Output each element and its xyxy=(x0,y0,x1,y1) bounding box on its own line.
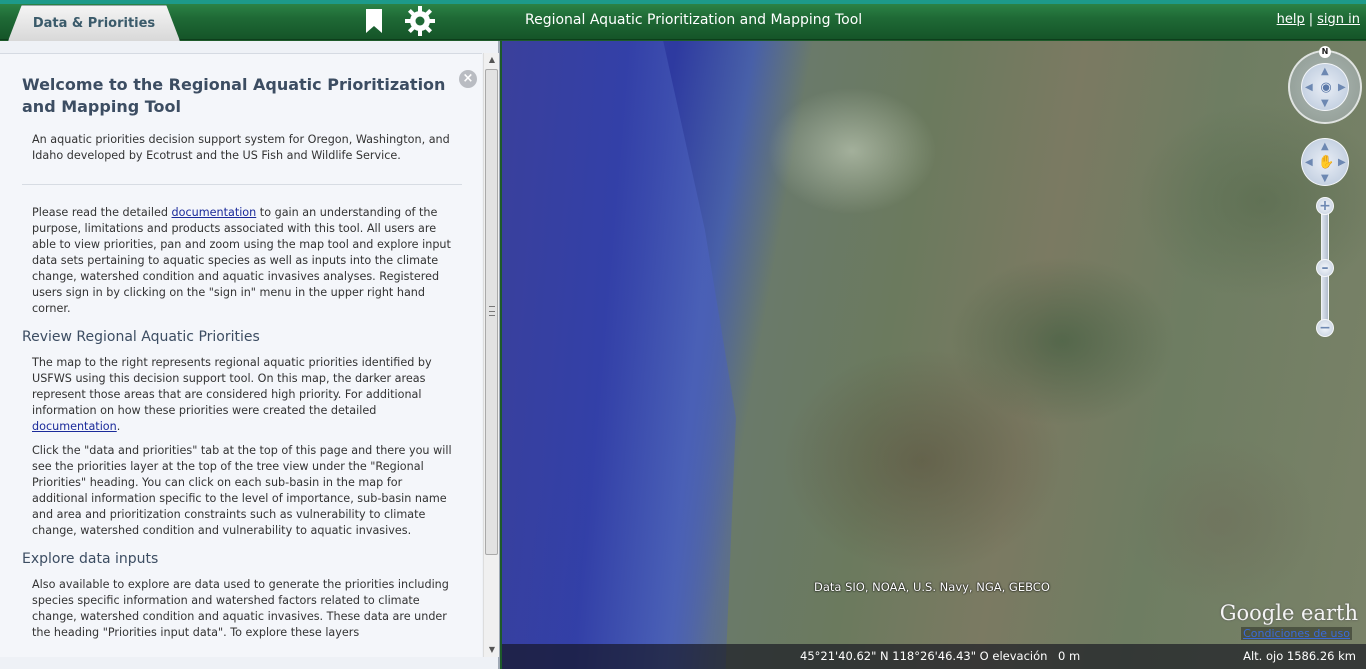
review-text: The map to the right represents regional… xyxy=(32,355,458,435)
look-down-arrow-icon[interactable]: ▼ xyxy=(1321,98,1329,109)
review-after: . xyxy=(116,420,121,433)
map-view[interactable]: N ▲ ▼ ◀ ▶ ◉ ▲ ▼ ◀ ▶ ✋ + – − Data SIO, NO… xyxy=(502,41,1366,669)
app-header: Data & Priorities Regional Aquatic Prior… xyxy=(0,0,1366,41)
zoom-in-button[interactable]: + xyxy=(1316,197,1334,215)
welcome-panel[interactable]: × Welcome to the Regional Aquatic Priori… xyxy=(0,53,482,657)
bookmark-icon[interactable] xyxy=(365,8,383,34)
coordinates-readout: 45°21'40.62" N 118°26'46.43" O elevación xyxy=(800,649,1048,663)
look-left-arrow-icon[interactable]: ◀ xyxy=(1305,82,1313,93)
left-panel: × Welcome to the Regional Aquatic Priori… xyxy=(0,41,500,669)
move-up-arrow-icon[interactable]: ▲ xyxy=(1321,141,1329,152)
read-docs-after: to gain an understanding of the purpose,… xyxy=(32,206,451,315)
welcome-title: Welcome to the Regional Aquatic Prioriti… xyxy=(22,75,446,116)
read-docs-before: Please read the detailed xyxy=(32,206,172,219)
scroll-thumb[interactable] xyxy=(485,69,498,555)
north-indicator[interactable]: N xyxy=(1319,46,1331,58)
hand-icon: ✋ xyxy=(1318,155,1335,170)
documentation-link[interactable]: documentation xyxy=(172,206,257,219)
eye-altitude-readout: Alt. ojo 1586.26 km xyxy=(1243,649,1356,663)
move-right-arrow-icon[interactable]: ▶ xyxy=(1338,157,1346,168)
look-up-arrow-icon[interactable]: ▲ xyxy=(1321,66,1329,77)
map-status-bar: 45°21'40.62" N 118°26'46.43" O elevación… xyxy=(502,644,1366,669)
map-data-credit: Data SIO, NOAA, U.S. Navy, NGA, GEBCO xyxy=(814,580,1050,594)
explore-heading: Explore data inputs xyxy=(22,551,159,567)
scroll-down-arrow-icon[interactable]: ▼ xyxy=(484,643,500,657)
header-accent-line xyxy=(0,0,1366,4)
review-before: The map to the right represents regional… xyxy=(32,356,432,417)
scroll-grip-icon xyxy=(489,306,495,316)
eye-icon: ◉ xyxy=(1320,80,1332,95)
read-docs-text: Please read the detailed documentation t… xyxy=(32,205,458,317)
terms-of-use-link[interactable]: Condiciones de uso xyxy=(1241,627,1352,640)
zoom-out-button[interactable]: − xyxy=(1316,319,1334,337)
move-left-arrow-icon[interactable]: ◀ xyxy=(1305,157,1313,168)
intro-text: An aquatic priorities decision support s… xyxy=(32,133,450,162)
review-documentation-link[interactable]: documentation xyxy=(32,420,117,433)
elevation-readout: 0 m xyxy=(1058,649,1081,663)
water-area xyxy=(502,41,736,669)
move-down-arrow-icon[interactable]: ▼ xyxy=(1321,173,1329,184)
sign-in-link[interactable]: sign in xyxy=(1317,12,1360,27)
divider xyxy=(22,184,462,185)
scroll-up-arrow-icon[interactable]: ▲ xyxy=(484,53,500,67)
header-links: help | sign in xyxy=(1277,12,1360,27)
google-earth-logo: Google earth xyxy=(1219,601,1358,625)
panel-content: Welcome to the Regional Aquatic Prioriti… xyxy=(22,74,462,641)
tab-data-priorities[interactable]: Data & Priorities xyxy=(8,5,180,41)
look-right-arrow-icon[interactable]: ▶ xyxy=(1338,82,1346,93)
panel-scrollbar[interactable]: ▲ ▼ xyxy=(483,53,499,657)
review-heading: Review Regional Aquatic Priorities xyxy=(22,329,260,345)
zoom-slider-handle[interactable]: – xyxy=(1316,259,1334,277)
app-title: Regional Aquatic Prioritization and Mapp… xyxy=(525,12,863,28)
explore-text: Also available to explore are data used … xyxy=(32,578,449,639)
link-separator: | xyxy=(1308,12,1314,27)
move-control[interactable]: ▲ ▼ ◀ ▶ ✋ xyxy=(1301,138,1349,186)
click-tab-text: Click the "data and priorities" tab at t… xyxy=(32,444,452,537)
look-control[interactable]: ▲ ▼ ◀ ▶ ◉ xyxy=(1301,63,1349,111)
help-link[interactable]: help xyxy=(1277,12,1305,27)
gear-icon[interactable] xyxy=(404,5,436,37)
